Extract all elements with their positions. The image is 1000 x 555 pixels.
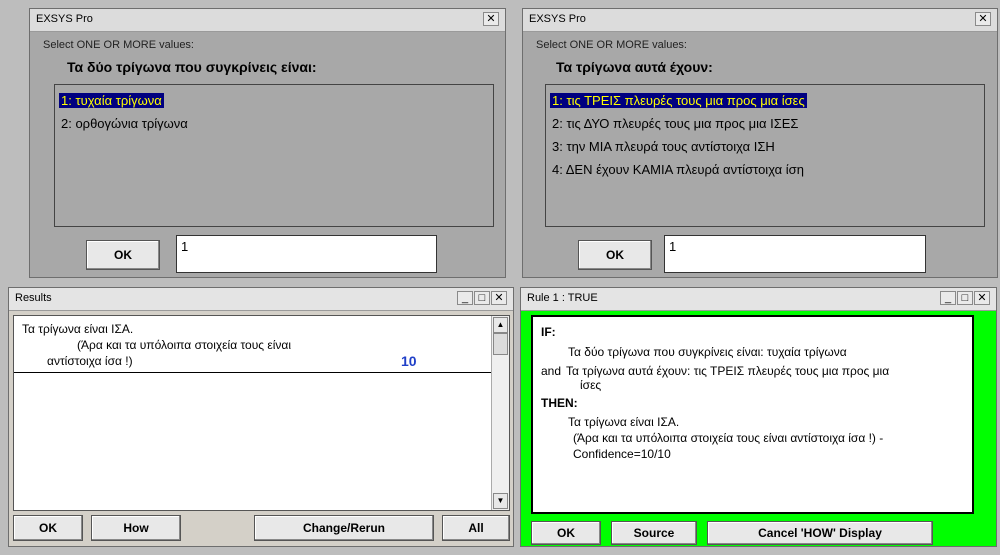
question-heading: Τα δύο τρίγωνα που συγκρίνεις είναι:	[67, 59, 317, 75]
exsys-dialog-triangle-type: EXSYS Pro ✕ Select ONE OR MORE values: Τ…	[29, 8, 506, 278]
close-icon[interactable]: ✕	[974, 291, 990, 305]
cancel-how-button[interactable]: Cancel 'HOW' Display	[707, 521, 933, 545]
how-button[interactable]: How	[91, 515, 181, 541]
prompt-text: Select ONE OR MORE values:	[536, 39, 687, 51]
condition-1: Τα δύο τρίγωνα που συγκρίνεις είναι: τυχ…	[568, 345, 847, 359]
result-2: (Άρα και τα υπόλοιπα στοιχεία τους είναι…	[573, 431, 884, 445]
window-title: Rule 1 : TRUE	[527, 292, 598, 304]
title-bar[interactable]: Rule 1 : TRUE _ □ ✕	[521, 288, 996, 311]
values-list[interactable]: 1: τυχαία τρίγωνα 2: ορθογώνια τρίγωνα	[54, 84, 494, 227]
ok-button[interactable]: OK	[578, 240, 652, 270]
list-item-2[interactable]: 2: ορθογώνια τρίγωνα	[59, 116, 190, 131]
window-title: EXSYS Pro	[529, 13, 586, 25]
result-line-1: Τα τρίγωνα είναι ΙΣΑ.	[22, 322, 134, 336]
confidence-line: Confidence=10/10	[573, 447, 671, 461]
title-bar[interactable]: Results _ □ ✕	[9, 288, 513, 311]
exsys-dialog-triangle-sides: EXSYS Pro ✕ Select ONE OR MORE values: Τ…	[522, 8, 998, 278]
maximize-icon[interactable]: □	[474, 291, 490, 305]
ok-button[interactable]: OK	[86, 240, 160, 270]
rule-text-area: IF: Τα δύο τρίγωνα που συγκρίνεις είναι:…	[531, 315, 974, 514]
question-heading: Τα τρίγωνα αυτά έχουν:	[556, 59, 713, 75]
window-title: Results	[15, 292, 52, 304]
selection-input[interactable]: 1	[176, 235, 437, 273]
condition-2: Τα τρίγωνα αυτά έχουν: τις ΤΡΕΙΣ πλευρές…	[566, 364, 890, 378]
condition-2-cont: ίσες	[580, 378, 602, 392]
source-button[interactable]: Source	[611, 521, 697, 545]
title-bar[interactable]: EXSYS Pro ✕	[30, 9, 505, 32]
results-text-area[interactable]: Τα τρίγωνα είναι ΙΣΑ. (Άρα και τα υπόλοι…	[13, 315, 510, 511]
minimize-icon[interactable]: _	[457, 291, 473, 305]
scroll-up-icon[interactable]: ▲	[493, 317, 508, 333]
window-title: EXSYS Pro	[36, 13, 93, 25]
result-1: Τα τρίγωνα είναι ΙΣΑ.	[568, 415, 680, 429]
minimize-icon[interactable]: _	[940, 291, 956, 305]
all-button[interactable]: All	[442, 515, 510, 541]
if-label: IF:	[541, 325, 556, 339]
list-item-1[interactable]: 1: τις ΤΡΕΙΣ πλευρές τους μια προς μια ί…	[550, 93, 807, 108]
list-item-2[interactable]: 2: τις ΔΥΟ πλευρές τους μια προς μια ΙΣΕ…	[550, 116, 800, 131]
selection-input[interactable]: 1	[664, 235, 926, 273]
values-list[interactable]: 1: τις ΤΡΕΙΣ πλευρές τους μια προς μια ί…	[545, 84, 985, 227]
list-item-1[interactable]: 1: τυχαία τρίγωνα	[59, 93, 164, 108]
confidence-score: 10	[401, 353, 417, 369]
then-label: THEN:	[541, 396, 578, 410]
rule-window: Rule 1 : TRUE _ □ ✕ IF: Τα δύο τρίγωνα π…	[520, 287, 997, 547]
scroll-thumb[interactable]	[493, 333, 508, 355]
ok-button[interactable]: OK	[531, 521, 601, 545]
result-line-3: αντίστοιχα ίσα !)	[47, 354, 133, 368]
title-bar[interactable]: EXSYS Pro ✕	[523, 9, 997, 32]
scroll-down-icon[interactable]: ▼	[493, 493, 508, 509]
change-rerun-button[interactable]: Change/Rerun	[254, 515, 434, 541]
divider	[14, 372, 493, 373]
maximize-icon[interactable]: □	[957, 291, 973, 305]
close-icon[interactable]: ✕	[975, 12, 991, 26]
list-item-4[interactable]: 4: ΔΕΝ έχουν ΚΑΜΙΑ πλευρά αντίστοιχα ίση	[550, 162, 806, 177]
prompt-text: Select ONE OR MORE values:	[43, 39, 194, 51]
list-item-3[interactable]: 3: την ΜΙΑ πλευρά τους αντίστοιχα ΙΣΗ	[550, 139, 777, 154]
close-icon[interactable]: ✕	[483, 12, 499, 26]
result-line-2: (Άρα και τα υπόλοιπα στοιχεία τους είναι	[77, 338, 292, 352]
close-icon[interactable]: ✕	[491, 291, 507, 305]
results-window: Results _ □ ✕ Τα τρίγωνα είναι ΙΣΑ. (Άρα…	[8, 287, 514, 547]
vertical-scrollbar[interactable]: ▲ ▼	[491, 316, 509, 510]
and-label: and	[541, 364, 562, 378]
ok-button[interactable]: OK	[13, 515, 83, 541]
